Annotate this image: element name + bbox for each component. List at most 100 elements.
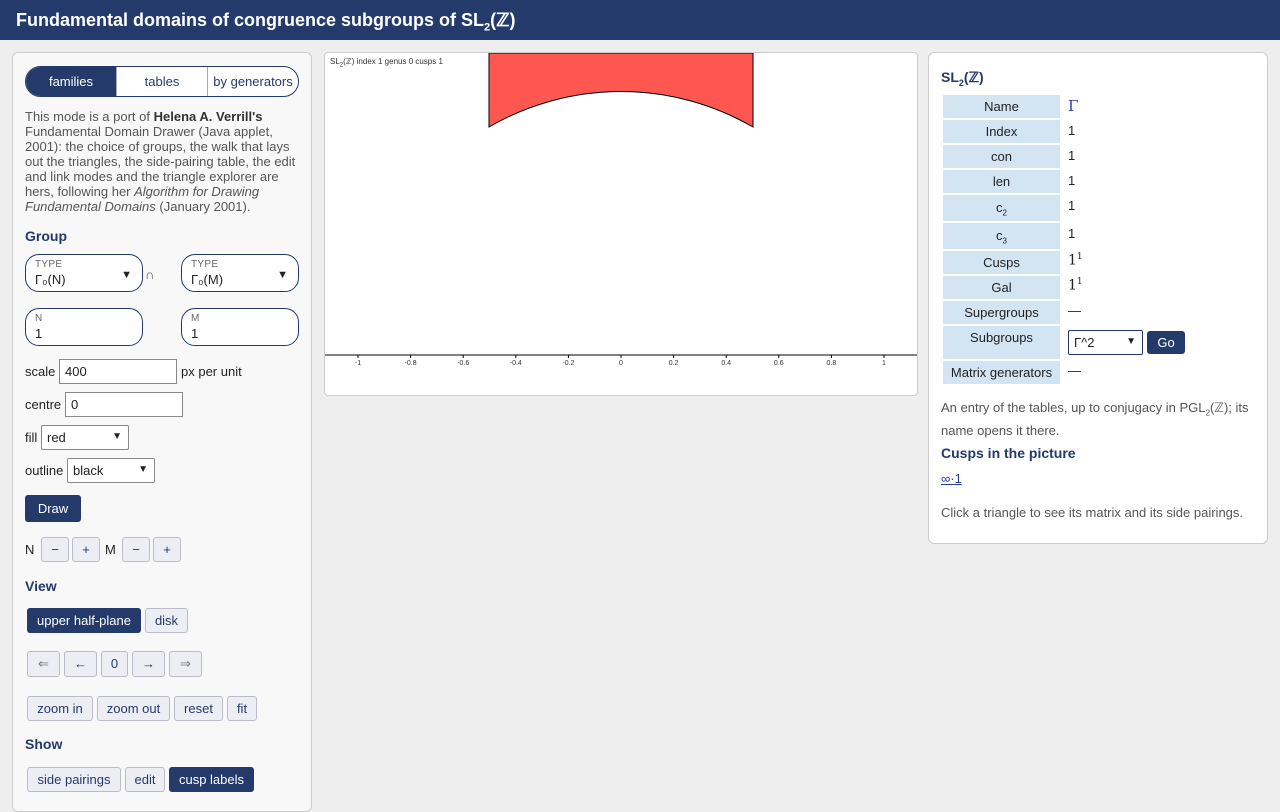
nav-prev-button[interactable]: ← <box>64 651 97 677</box>
triangle-hint: Click a triangle to see its matrix and i… <box>941 505 1244 520</box>
side-pairings-button[interactable]: side pairings <box>27 767 121 792</box>
subgroups-label: Subgroups <box>943 326 1060 359</box>
group-heading: Group <box>25 228 67 244</box>
reset-button[interactable]: reset <box>174 696 223 721</box>
table-entry-note: An entry of the tables, up to conjugacy … <box>941 400 1249 438</box>
len-label: len <box>943 170 1060 193</box>
c3-label: c3 <box>943 223 1060 249</box>
nav-first-button[interactable]: ⇐ <box>27 651 60 677</box>
supergroups-label: Supergroups <box>943 301 1060 324</box>
scale-unit: px per unit <box>181 364 242 379</box>
scale-input[interactable]: 400 <box>59 359 177 384</box>
cusps-heading: Cusps in the picture <box>941 445 1076 461</box>
matrix-generators-value: — <box>1068 363 1081 378</box>
controls-panel: families tables by generators This mode … <box>12 52 312 812</box>
matrix-generators-label: Matrix generators <box>943 361 1060 384</box>
subgroups-select-value: Γ^2 <box>1074 335 1095 350</box>
type2-select[interactable]: TYPE Γ₀(M) ▼ <box>181 254 299 292</box>
m-field-value: 1 <box>191 326 199 341</box>
gal-value: 11 <box>1068 277 1083 294</box>
axis-tick-label: 0 <box>619 360 623 367</box>
index-label: Index <box>943 120 1060 143</box>
cusps-value: 11 <box>1068 252 1083 269</box>
fill-label: fill <box>25 430 38 445</box>
n-field[interactable]: N 1 <box>25 308 143 346</box>
outline-label: outline <box>25 463 64 478</box>
c2-label: c2 <box>943 195 1060 221</box>
axis-tick-label: -0.2 <box>562 360 575 367</box>
zoom-in-button[interactable]: zoom in <box>27 696 93 721</box>
axis-tick-label: -0.8 <box>404 360 417 367</box>
domain-svg <box>325 53 917 358</box>
upper-half-plane-button[interactable]: upper half-plane <box>27 608 141 633</box>
group-name-link[interactable]: Γ <box>1068 97 1078 115</box>
disk-button[interactable]: disk <box>145 608 188 633</box>
domain-canvas[interactable]: SL2(ℤ) index 1 genus 0 cusps 1 -1 -0.8 -0.… <box>324 52 918 396</box>
nav-last-button[interactable]: ⇒ <box>169 651 202 677</box>
outline-select-value: black <box>73 463 104 478</box>
centre-input[interactable]: 0 <box>65 392 183 417</box>
type1-select[interactable]: TYPE Γ₀(N) ▼ <box>25 254 143 292</box>
axis-tick-label: 0.4 <box>721 360 732 367</box>
app-title: Fundamental domains of congruence subgro… <box>16 10 516 34</box>
type2-value: Γ₀(M) <box>191 272 224 287</box>
group-info-panel: SL2(ℤ) Name Γ Index 1 con 1 len 1 c2 1 c… <box>928 52 1268 544</box>
cusps-label: Cusps <box>943 251 1060 274</box>
intersection-symbol: ∩ <box>145 267 155 282</box>
centre-label: centre <box>25 397 62 412</box>
show-heading: Show <box>25 736 63 752</box>
view-heading: View <box>25 578 57 594</box>
axis-tick-label: -0.6 <box>457 360 470 367</box>
c3-value: 1 <box>1068 226 1076 241</box>
app-header: Fundamental domains of congruence subgro… <box>0 0 1280 40</box>
zoom-out-button[interactable]: zoom out <box>97 696 170 721</box>
m-field[interactable]: M 1 <box>181 308 299 346</box>
edit-button[interactable]: edit <box>125 767 165 792</box>
n-field-value: 1 <box>35 326 43 341</box>
fill-select-value: red <box>47 430 66 445</box>
scale-label: scale <box>25 364 56 379</box>
n-increment-button[interactable]: + <box>72 537 100 562</box>
subgroups-select[interactable]: Γ^2 ▼ <box>1068 330 1143 355</box>
m-decrement-button[interactable]: − <box>122 537 150 562</box>
gal-label: Gal <box>943 276 1060 299</box>
axis-tick-label: -1 <box>354 360 362 367</box>
con-value: 1 <box>1068 148 1076 163</box>
nav-position: 0 <box>101 651 128 677</box>
m-field-label: M <box>191 313 200 324</box>
chevron-down-icon: ▼ <box>121 269 132 281</box>
type1-value: Γ₀(N) <box>35 272 66 287</box>
m-step-label: M <box>105 542 116 557</box>
tab-tables[interactable]: tables <box>116 67 207 96</box>
tab-by-generators[interactable]: by generators <box>207 67 298 96</box>
con-label: con <box>943 145 1060 168</box>
fit-button[interactable]: fit <box>227 696 257 721</box>
tab-families[interactable]: families <box>26 67 116 96</box>
cusp-link[interactable]: ∞·1 <box>941 471 962 486</box>
axis-tick-label: 0.6 <box>773 360 784 367</box>
n-decrement-button[interactable]: − <box>41 537 69 562</box>
outline-select[interactable]: black ▼ <box>67 458 155 483</box>
fill-select[interactable]: red ▼ <box>41 425 129 450</box>
fundamental-domain[interactable] <box>488 53 754 128</box>
chevron-down-icon: ▼ <box>138 464 148 475</box>
type2-label: TYPE <box>191 259 219 270</box>
intro-text: This mode is a port of Helena A. Verrill… <box>25 109 296 214</box>
axis-tick-label: 0.8 <box>826 360 837 367</box>
len-value: 1 <box>1068 173 1076 188</box>
n-field-label: N <box>35 313 43 324</box>
n-step-label: N <box>25 542 35 557</box>
chevron-down-icon: ▼ <box>112 431 122 442</box>
mode-tabs: families tables by generators <box>25 66 299 97</box>
go-button[interactable]: Go <box>1147 331 1185 354</box>
c2-value: 1 <box>1068 198 1076 213</box>
chevron-down-icon: ▼ <box>277 269 288 281</box>
nav-next-button[interactable]: → <box>132 651 165 677</box>
group-title: SL2(ℤ) <box>941 69 984 88</box>
cusp-labels-button[interactable]: cusp labels <box>169 767 254 792</box>
draw-button[interactable]: Draw <box>25 495 81 522</box>
axis-tick-label: 1 <box>882 360 886 367</box>
index-value: 1 <box>1068 123 1076 138</box>
axis-tick-label: -0.4 <box>509 360 522 367</box>
m-increment-button[interactable]: + <box>153 537 181 562</box>
